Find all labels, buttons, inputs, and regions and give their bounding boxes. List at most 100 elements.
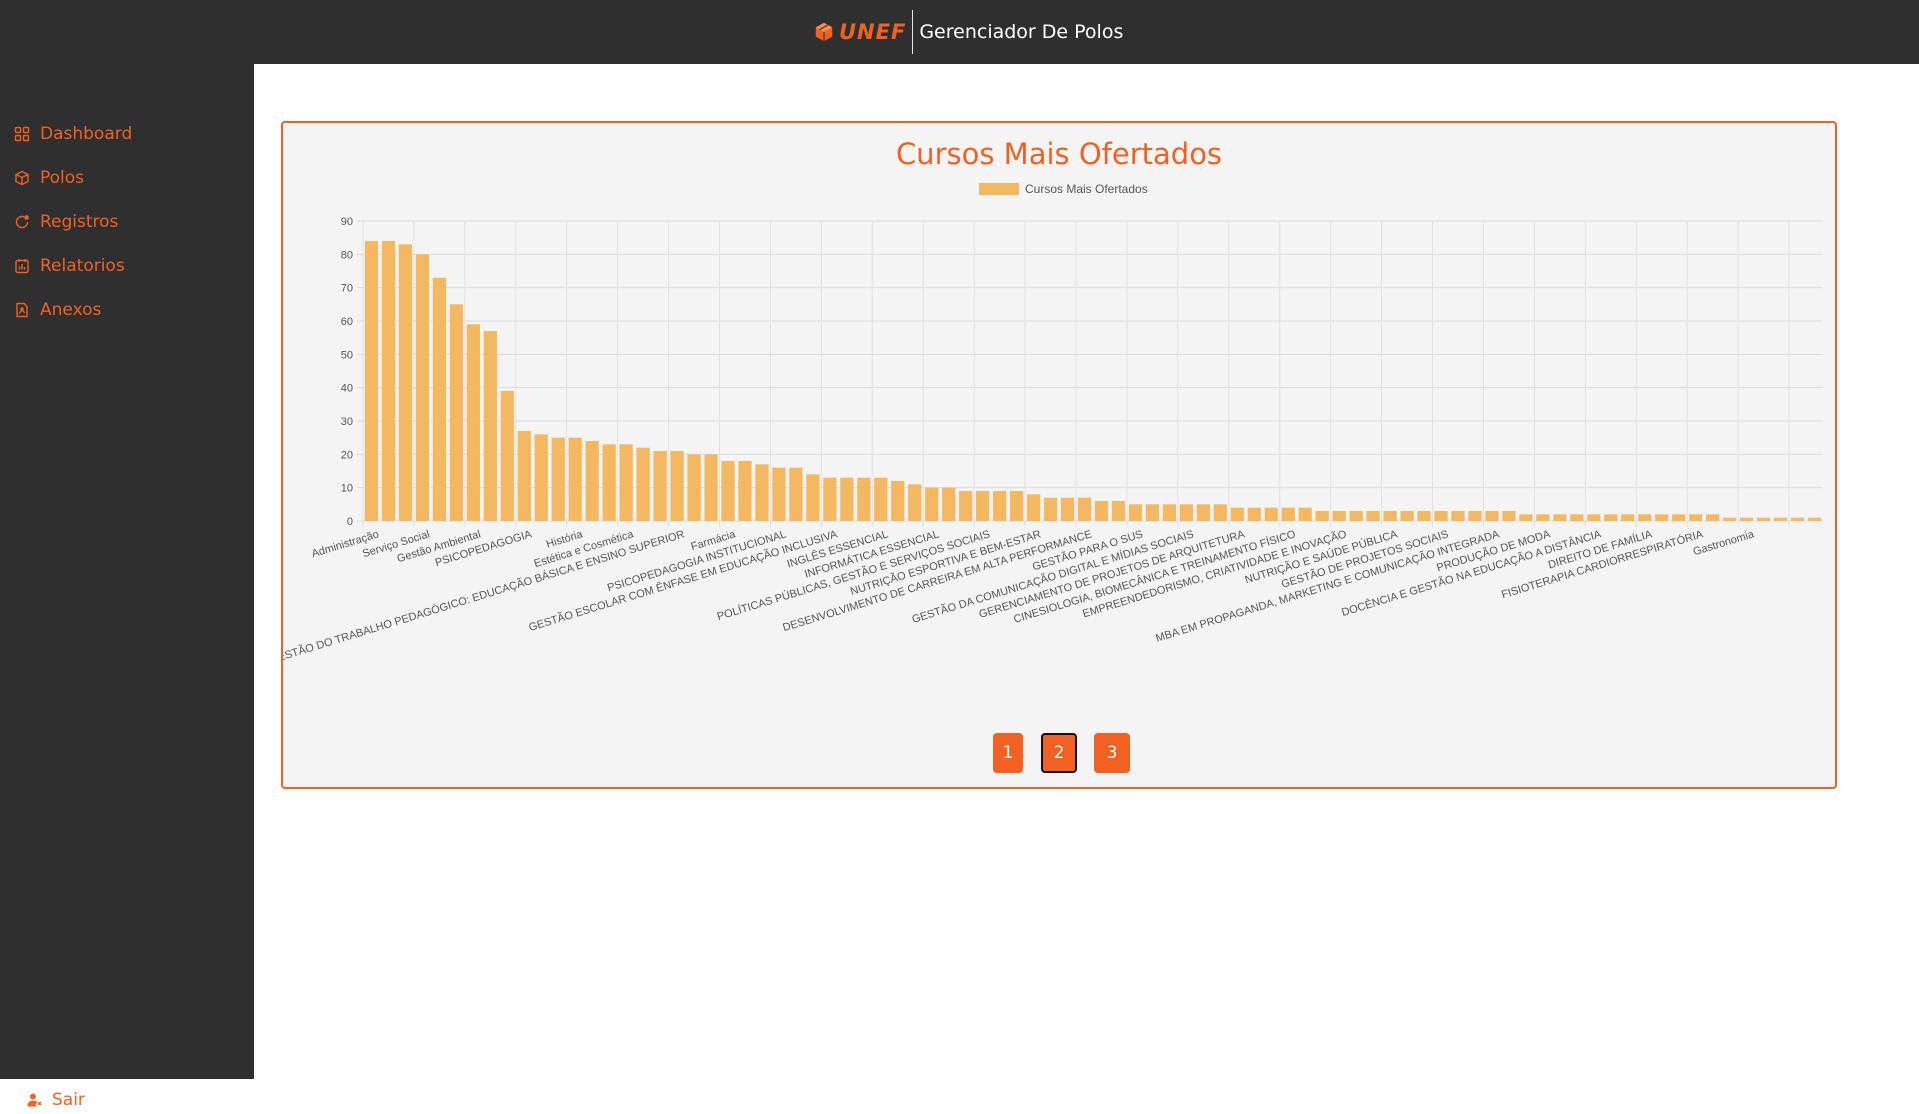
bar <box>1145 504 1160 521</box>
x-tick-label: GESTÃO ESCOLAR COM ÊNFASE EM EDUCAÇÃO IN… <box>527 527 839 634</box>
bar <box>1281 507 1295 521</box>
bar <box>942 487 956 521</box>
bar <box>1451 511 1465 521</box>
bar <box>1264 507 1278 521</box>
bar <box>840 477 854 521</box>
sidebar-item-relatorios[interactable]: Relatorios <box>14 252 125 280</box>
logout-button[interactable]: Sair <box>26 1086 85 1114</box>
bar <box>789 467 803 521</box>
bar <box>517 431 531 521</box>
bar <box>1349 511 1363 521</box>
chart-card: Cursos Mais Ofertados 0 10 20 30 40 50 60 70 80 9… <box>281 121 1837 789</box>
bar <box>1043 497 1058 521</box>
legend-swatch <box>979 183 1019 195</box>
bar <box>1230 507 1244 521</box>
bar <box>432 277 447 521</box>
bar <box>1332 511 1346 521</box>
bar <box>993 491 1007 521</box>
y-tick-label: 90 <box>341 216 353 228</box>
bar <box>1009 491 1024 521</box>
bar <box>449 304 463 521</box>
sidebar-item-polos[interactable]: Polos <box>14 164 84 192</box>
logout-user-icon <box>27 1093 42 1107</box>
sidebar-item-label: Anexos <box>40 300 102 320</box>
bar <box>653 451 667 521</box>
bar <box>1179 504 1193 521</box>
bar <box>1587 514 1601 521</box>
bar <box>602 444 616 521</box>
y-tick-label: 40 <box>341 383 353 395</box>
page-button-3[interactable]: 3 <box>1094 733 1130 773</box>
bar <box>1536 514 1550 521</box>
sidebar-item-registros[interactable]: Registros <box>14 208 118 236</box>
y-tick-label: 0 <box>347 516 353 528</box>
bar <box>1756 517 1771 521</box>
bar <box>1807 517 1822 521</box>
bar <box>551 437 565 521</box>
y-tick-label: 80 <box>341 249 353 261</box>
bar <box>1604 514 1618 521</box>
bar <box>534 434 548 521</box>
bar <box>806 474 820 521</box>
sidebar-item-label: Registros <box>40 212 119 232</box>
y-tick-label: 70 <box>341 283 353 295</box>
bar <box>1077 497 1092 521</box>
bar <box>466 324 480 521</box>
bar <box>670 451 684 521</box>
bar <box>500 391 514 521</box>
bar <box>721 461 735 521</box>
bar <box>1162 504 1177 521</box>
top-bar: UNEF Gerenciador De Polos <box>0 0 1919 64</box>
bar <box>1026 494 1041 521</box>
y-tick-label: 10 <box>341 483 353 495</box>
bar <box>415 254 430 522</box>
bar <box>1739 517 1754 521</box>
brand[interactable]: UNEF Gerenciador De Polos <box>813 10 1123 54</box>
bar <box>1196 504 1210 521</box>
bar <box>1773 517 1788 521</box>
bar <box>1790 517 1805 521</box>
bar <box>568 437 582 521</box>
bar <box>1247 507 1261 521</box>
brand-divider <box>912 10 914 54</box>
report-icon <box>15 259 29 274</box>
document-icon <box>16 302 28 318</box>
bar <box>1672 514 1686 521</box>
logout-label: Sair <box>52 1090 85 1110</box>
page-button-2[interactable]: 2 <box>1041 733 1077 773</box>
bar <box>925 487 939 521</box>
bar <box>1655 514 1669 521</box>
bar <box>1111 501 1126 521</box>
bar <box>891 481 905 521</box>
y-tick-label: 20 <box>341 449 353 461</box>
bar <box>772 467 786 521</box>
y-tick-label: 30 <box>341 416 353 428</box>
refresh-icon <box>15 215 29 229</box>
bar <box>1621 514 1635 521</box>
bar <box>1094 501 1109 521</box>
page-button-1[interactable]: 1 <box>993 733 1023 773</box>
bar <box>823 477 837 521</box>
bar <box>976 491 990 521</box>
sidebar-item-dashboard[interactable]: Dashboard <box>14 120 132 148</box>
app-title: Gerenciador De Polos <box>919 21 1124 43</box>
bar <box>1706 514 1720 521</box>
bar <box>1128 504 1143 521</box>
bar <box>585 441 599 521</box>
bar <box>1315 511 1329 521</box>
bar <box>1298 507 1312 521</box>
logo-text: UNEF <box>839 20 907 44</box>
y-tick-label: 60 <box>341 316 353 328</box>
cube-icon <box>15 170 29 186</box>
bar <box>857 477 871 521</box>
bar <box>1553 514 1567 521</box>
bar <box>1417 511 1431 521</box>
bar <box>1060 497 1075 521</box>
bar <box>1434 511 1448 521</box>
sidebar-item-label: Dashboard <box>40 124 133 144</box>
legend-label: Cursos Mais Ofertados <box>1025 182 1148 196</box>
bar <box>908 484 922 521</box>
bar <box>1400 511 1414 521</box>
bar <box>1468 511 1482 521</box>
sidebar-item-anexos[interactable]: Anexos <box>14 296 101 324</box>
